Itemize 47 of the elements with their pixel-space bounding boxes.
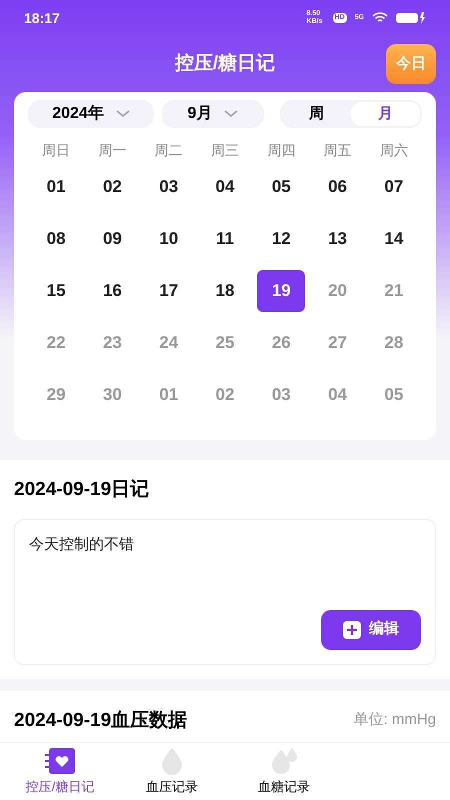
view-tab[interactable]: 月 [351, 102, 420, 126]
calendar-day[interactable]: 02 [88, 166, 136, 208]
tab-bar-item[interactable]: 控压/糖日记 [4, 746, 116, 796]
bp-data-title: 2024-09-19血压数据 [14, 708, 188, 732]
calendar-day[interactable]: 17 [144, 270, 193, 312]
calendar-day[interactable]: 10 [144, 218, 193, 260]
calendar-day[interactable]: 12 [257, 218, 306, 260]
calendar-day[interactable]: 09 [88, 218, 136, 260]
weekday-label: 周一 [97, 141, 128, 160]
calendar-day[interactable]: 14 [370, 218, 418, 260]
heart-notebook-icon [44, 746, 76, 775]
month-dropdown[interactable]: 9月 [162, 100, 264, 128]
calendar-day[interactable]: 03 [144, 166, 193, 208]
edit-button[interactable]: 编辑 [321, 610, 421, 650]
status-time: 18:17 [24, 8, 60, 28]
plus-square-icon [343, 620, 361, 638]
page-title: 控压/糖日记 [174, 52, 276, 76]
diary-text: 今天控制的不错 [29, 534, 135, 554]
calendar-day[interactable]: 07 [370, 166, 418, 208]
battery-icon [396, 12, 426, 24]
weekday-label: 周日 [41, 141, 72, 160]
wifi-icon [372, 12, 388, 24]
calendar-day[interactable]: 18 [200, 270, 249, 312]
blood-drops-icon [269, 746, 299, 775]
tab-bar-item[interactable]: 血压记录 [116, 746, 228, 796]
chevron-down-icon [224, 110, 238, 118]
calendar-day[interactable]: 04 [200, 166, 249, 208]
weekday-label: 周四 [266, 141, 296, 160]
weekday-label: 周二 [154, 141, 184, 160]
calendar-day[interactable]: 01 [32, 166, 80, 208]
weekday-label: 周五 [322, 141, 353, 160]
calendar-day[interactable]: 15 [32, 270, 80, 312]
unit-label: 单位: mmHg [354, 710, 436, 730]
calendar-day[interactable]: 16 [88, 270, 136, 312]
calendar-day[interactable]: 19 [257, 270, 306, 312]
weekday-label: 周三 [210, 141, 240, 160]
calendar-day[interactable]: 13 [314, 218, 362, 260]
diary-title: 2024-09-19日记 [14, 478, 150, 502]
chevron-down-icon [116, 110, 130, 118]
calendar-day[interactable]: 11 [200, 218, 249, 260]
calendar-day[interactable]: 06 [314, 166, 362, 208]
weekday-label: 周六 [378, 141, 409, 160]
tab-bar-item[interactable]: 血糖记录 [228, 746, 340, 796]
calendar-day[interactable]: 08 [32, 218, 80, 260]
year-dropdown[interactable]: 2024年 [28, 100, 154, 128]
view-tab[interactable]: 周 [282, 102, 351, 126]
calendar-day[interactable]: 05 [257, 166, 306, 208]
